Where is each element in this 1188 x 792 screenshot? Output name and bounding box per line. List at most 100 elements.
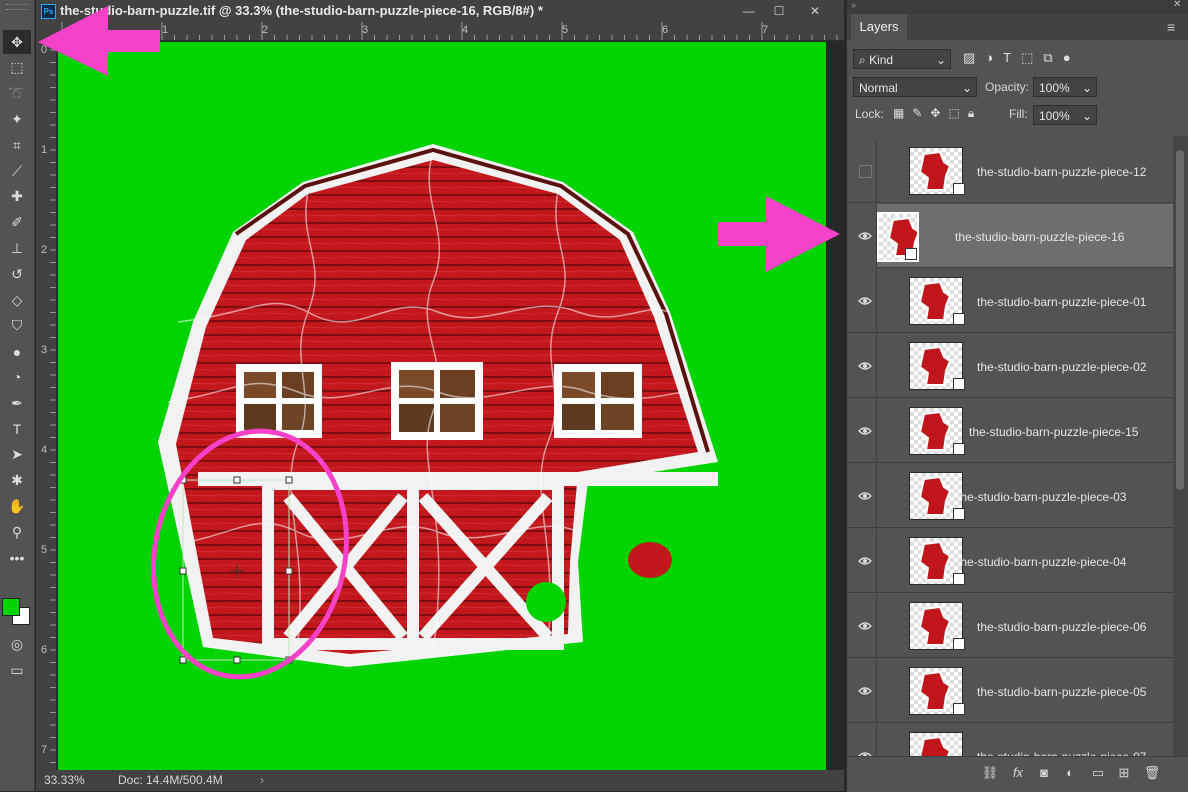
more-tool-icon[interactable]: ••• [3, 546, 31, 570]
pixel-filter-icon[interactable]: ▨ [963, 50, 975, 70]
marquee-tool-icon[interactable]: ⬚ [3, 56, 31, 80]
layer-row[interactable]: the-studio-barn-puzzle-piece-06 [847, 594, 1173, 658]
layer-style-fx-icon[interactable]: fx [1009, 764, 1027, 782]
layer-row[interactable]: the-studio-barn-puzzle-piece-12 [847, 139, 1173, 203]
visibility-column[interactable] [847, 269, 877, 333]
layer-row[interactable]: the-studio-barn-puzzle-piece-02 [847, 334, 1173, 398]
minimize-button[interactable]: — [736, 1, 762, 21]
history-brush-tool-icon[interactable]: ↺ [3, 262, 31, 286]
layer-row[interactable]: the-studio-barn-puzzle-piece-03 [847, 464, 1173, 528]
delete-layer-trash-icon[interactable]: 🗑︎ [1143, 764, 1161, 782]
shape-tool-icon[interactable]: ✱ [3, 469, 31, 493]
visibility-column[interactable] [847, 594, 877, 658]
close-button[interactable]: ✕ [802, 1, 828, 21]
quick-mask-icon[interactable]: ◎ [3, 632, 31, 656]
panel-close-icon[interactable]: ✕ [1173, 0, 1181, 10]
vertical-ruler[interactable]: 01234567 [36, 40, 57, 770]
dodge-tool-icon[interactable]: ● [3, 340, 31, 364]
lock-image-icon[interactable]: ✎ [912, 106, 922, 121]
move-tool-icon[interactable]: ✥ [3, 30, 31, 54]
document-size: Doc: 14.4M/500.4M [118, 773, 223, 787]
chevron-down-icon: ⌄ [1081, 81, 1092, 95]
maximize-button[interactable]: ☐ [766, 1, 792, 21]
panel-menu-icon[interactable]: ≡ [1167, 19, 1175, 35]
adjustment-layer-icon[interactable]: ◐ [1061, 764, 1079, 782]
adjustment-filter-icon[interactable]: ◑ [985, 50, 993, 70]
toolbar-grip[interactable] [6, 4, 28, 10]
burn-tool-icon[interactable]: ◔ [3, 365, 31, 389]
layer-row[interactable]: the-studio-barn-puzzle-piece-04 [847, 529, 1173, 593]
zoom-tool-icon[interactable]: ⚲ [3, 520, 31, 544]
blend-mode-select[interactable]: Normal ⌄ [853, 77, 977, 97]
add-mask-icon[interactable]: ◙ [1035, 764, 1053, 782]
pen-tool-icon[interactable]: ✒ [3, 391, 31, 415]
visibility-column[interactable] [847, 464, 877, 528]
layer-row[interactable]: the-studio-barn-puzzle-piece-05 [847, 659, 1173, 723]
new-group-folder-icon[interactable]: ▭ [1089, 764, 1107, 782]
filter-kind-select[interactable]: ⌕ Kind ⌄ [853, 49, 951, 69]
eyedropper-tool-icon[interactable]: ⟋ [3, 159, 31, 183]
eye-icon[interactable] [855, 616, 875, 636]
crop-tool-icon[interactable]: ⌗ [3, 133, 31, 157]
type-filter-icon[interactable]: T [1003, 50, 1011, 70]
opacity-field[interactable]: 100% ⌄ [1033, 77, 1097, 97]
eye-icon[interactable] [855, 421, 875, 441]
ruler-label: 1 [41, 144, 48, 156]
document-canvas[interactable] [58, 42, 826, 770]
visibility-column[interactable] [847, 204, 877, 268]
lock-label: Lock: [855, 107, 884, 121]
lock-transparent-icon[interactable]: ▦ [893, 106, 904, 121]
visibility-column[interactable] [847, 724, 877, 756]
healing-tool-icon[interactable]: ✚ [3, 185, 31, 209]
zoom-level[interactable]: 33.33% [44, 773, 85, 787]
eye-icon[interactable] [855, 746, 875, 756]
eye-icon[interactable] [855, 356, 875, 376]
scrollbar-thumb[interactable] [1176, 150, 1184, 490]
visibility-column[interactable] [847, 399, 877, 463]
path-select-tool-icon[interactable]: ➤ [3, 443, 31, 467]
horizontal-ruler[interactable]: 1 2 3 4 5 6 7 [58, 22, 844, 41]
layer-row[interactable]: the-studio-barn-puzzle-piece-16 [847, 204, 1173, 268]
eraser-tool-icon[interactable]: ◇ [3, 288, 31, 312]
paint-bucket-tool-icon[interactable]: ⛉ [3, 314, 31, 338]
shape-filter-icon[interactable]: ⬚ [1021, 50, 1033, 70]
lock-all-icon[interactable]: 🔒︎ [968, 106, 974, 121]
layer-row[interactable]: the-studio-barn-puzzle-piece-01 [847, 269, 1173, 333]
visibility-column[interactable] [847, 529, 877, 593]
magic-wand-tool-icon[interactable]: ✦ [3, 107, 31, 131]
foreground-color-swatch[interactable] [2, 598, 20, 616]
panel-collapse-icon[interactable]: » [851, 0, 856, 10]
layer-row[interactable]: the-studio-barn-puzzle-piece-15 [847, 399, 1173, 463]
layer-name: the-studio-barn-puzzle-piece-03 [957, 490, 1127, 504]
opacity-value: 100% [1039, 81, 1070, 95]
eye-icon[interactable] [855, 291, 875, 311]
ruler-ticks-h [61, 22, 838, 40]
screen-mode-icon[interactable]: ▭ [3, 658, 31, 682]
new-layer-icon[interactable]: ⊞ [1115, 764, 1133, 782]
visibility-column[interactable] [847, 334, 877, 398]
brush-tool-icon[interactable]: ✐ [3, 211, 31, 235]
smart-object-filter-icon[interactable]: ⧉ [1043, 50, 1052, 70]
visibility-column[interactable] [847, 659, 877, 723]
tab-layers[interactable]: Layers [851, 14, 907, 40]
lasso-tool-icon[interactable]: ➰ [3, 82, 31, 106]
fill-field[interactable]: 100% ⌄ [1033, 105, 1097, 125]
eye-icon[interactable] [855, 681, 875, 701]
type-tool-icon[interactable]: T [3, 417, 31, 441]
eye-icon[interactable] [855, 551, 875, 571]
smart-object-icon [905, 248, 917, 260]
eye-icon[interactable] [855, 226, 875, 246]
visibility-off-box[interactable] [855, 161, 875, 181]
lock-artboard-icon[interactable]: ⬚ [948, 106, 959, 121]
hand-tool-icon[interactable]: ✋ [3, 494, 31, 518]
link-layers-icon[interactable]: ⛓ [981, 764, 999, 782]
visibility-column[interactable] [847, 139, 877, 203]
lock-position-icon[interactable]: ✥ [930, 106, 940, 121]
stamp-tool-icon[interactable]: ⊥ [3, 236, 31, 260]
filter-toggle-icon[interactable]: ● [1063, 50, 1071, 70]
layer-list[interactable]: the-studio-barn-puzzle-piece-12 the-studi… [847, 136, 1173, 756]
layer-row[interactable]: the-studio-barn-puzzle-piece-07 [847, 724, 1173, 756]
eye-icon[interactable] [855, 486, 875, 506]
status-menu-chevron-icon[interactable]: › [260, 773, 264, 787]
ruler-label: 5 [562, 24, 569, 36]
